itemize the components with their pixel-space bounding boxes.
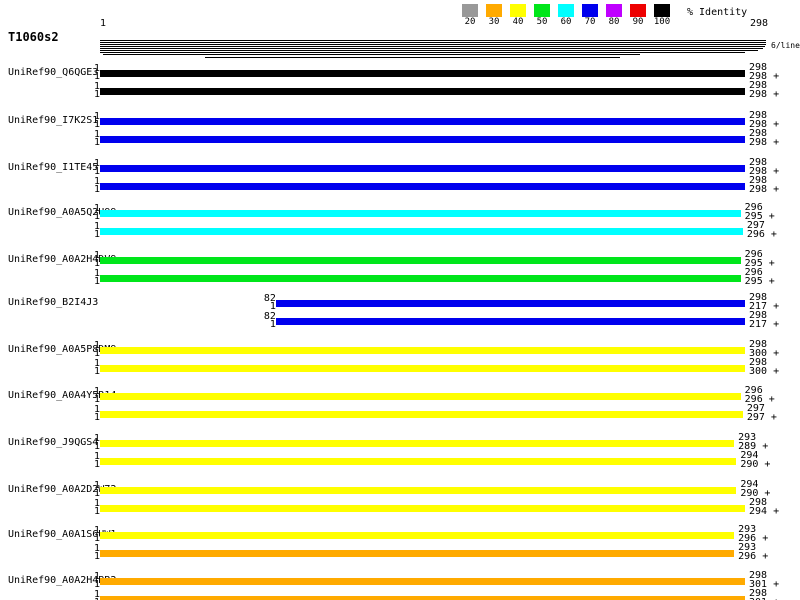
hit-end-label: 296 + (747, 230, 777, 240)
legend-title: % Identity (687, 7, 747, 18)
alignment-bar[interactable] (100, 275, 741, 282)
scale-start-label: 1 (100, 19, 106, 29)
hit-start-label: 1 (70, 460, 100, 470)
legend-swatch-label: 90 (626, 18, 650, 27)
legend-swatch-label: 70 (578, 18, 602, 27)
alignment-bar[interactable] (100, 118, 745, 125)
alignment-bar[interactable] (100, 393, 741, 400)
hit-end-label: 298 + (749, 185, 779, 195)
query-hatch-line (205, 57, 620, 58)
alignment-bar[interactable] (100, 165, 745, 172)
hit-start-label: 1 (70, 230, 100, 240)
alignment-bar[interactable] (100, 411, 743, 418)
legend-swatch-label: 100 (650, 18, 674, 27)
hit-end-label: 294 + (749, 507, 779, 517)
query-hatch-line (103, 54, 640, 55)
alignment-bar[interactable] (276, 300, 745, 307)
legend-swatch-label: 50 (530, 18, 554, 27)
legend-swatch-20 (462, 4, 478, 17)
hit-end-label: 217 + (749, 320, 779, 330)
legend-swatch-60 (558, 4, 574, 17)
legend-swatch-90 (630, 4, 646, 17)
legend-swatch-label: 60 (554, 18, 578, 27)
hit-start-label: 1 (70, 185, 100, 195)
page-title: T1060s2 (8, 31, 59, 43)
hit-start-label: 1 (70, 90, 100, 100)
alignment-bar[interactable] (100, 257, 741, 264)
per-line-label: 6/line (769, 41, 800, 50)
legend-swatch-70 (582, 4, 598, 17)
alignment-bar[interactable] (100, 183, 745, 190)
query-hatch-line (100, 40, 766, 41)
hit-start-label: 1 (70, 413, 100, 423)
alignment-bar[interactable] (100, 347, 745, 354)
hit-end-label: 298 + (749, 90, 779, 100)
alignment-bar[interactable] (276, 318, 745, 325)
alignment-bar[interactable] (100, 505, 745, 512)
alignment-bar[interactable] (100, 458, 736, 465)
alignment-bar[interactable] (100, 578, 745, 585)
query-hatch-line (100, 46, 765, 47)
hit-start-label: 1 (70, 507, 100, 517)
legend-swatch-label: 80 (602, 18, 626, 27)
alignment-bar[interactable] (100, 210, 741, 217)
hit-end-label: 295 + (745, 277, 775, 287)
legend-swatch-30 (486, 4, 502, 17)
alignment-bar[interactable] (100, 550, 734, 557)
legend-swatch-40 (510, 4, 526, 17)
alignment-bar[interactable] (100, 487, 736, 494)
hit-end-label: 290 + (740, 460, 770, 470)
hit-end-label: 297 + (747, 413, 777, 423)
hit-end-label: 298 + (749, 138, 779, 148)
hit-start-label: 1 (70, 138, 100, 148)
hit-start-label: 1 (70, 277, 100, 287)
alignment-bar[interactable] (100, 440, 734, 447)
hit-start-label: 1 (70, 552, 100, 562)
query-hatch-line (100, 48, 763, 49)
hit-end-label: 300 + (749, 367, 779, 377)
legend-swatch-label: 40 (506, 18, 530, 27)
query-hatch-line (100, 50, 758, 51)
alignment-bar[interactable] (100, 88, 745, 95)
hit-end-label: 296 + (738, 552, 768, 562)
legend-swatch-100 (654, 4, 670, 17)
hit-label: UniRef90_B2I4J3 (8, 298, 98, 308)
legend-swatch-80 (606, 4, 622, 17)
legend-swatch-label: 30 (482, 18, 506, 27)
alignment-bar[interactable] (100, 365, 745, 372)
legend-swatch-label: 20 (458, 18, 482, 27)
query-hatch-line (100, 52, 745, 53)
scale-end-label: 298 (750, 19, 768, 29)
alignment-bar[interactable] (100, 532, 734, 539)
legend-swatch-50 (534, 4, 550, 17)
alignment-bar[interactable] (100, 228, 743, 235)
alignment-bar[interactable] (100, 70, 745, 77)
query-hatch-line (100, 42, 766, 43)
hit-start-label: 1 (246, 320, 276, 330)
hit-start-label: 1 (70, 367, 100, 377)
alignment-bar[interactable] (100, 136, 745, 143)
query-hatch-line (100, 44, 766, 45)
alignment-bar[interactable] (100, 596, 745, 600)
alignment-overview: T1060s2 1 298 % Identity 6/line 20304050… (0, 0, 800, 600)
